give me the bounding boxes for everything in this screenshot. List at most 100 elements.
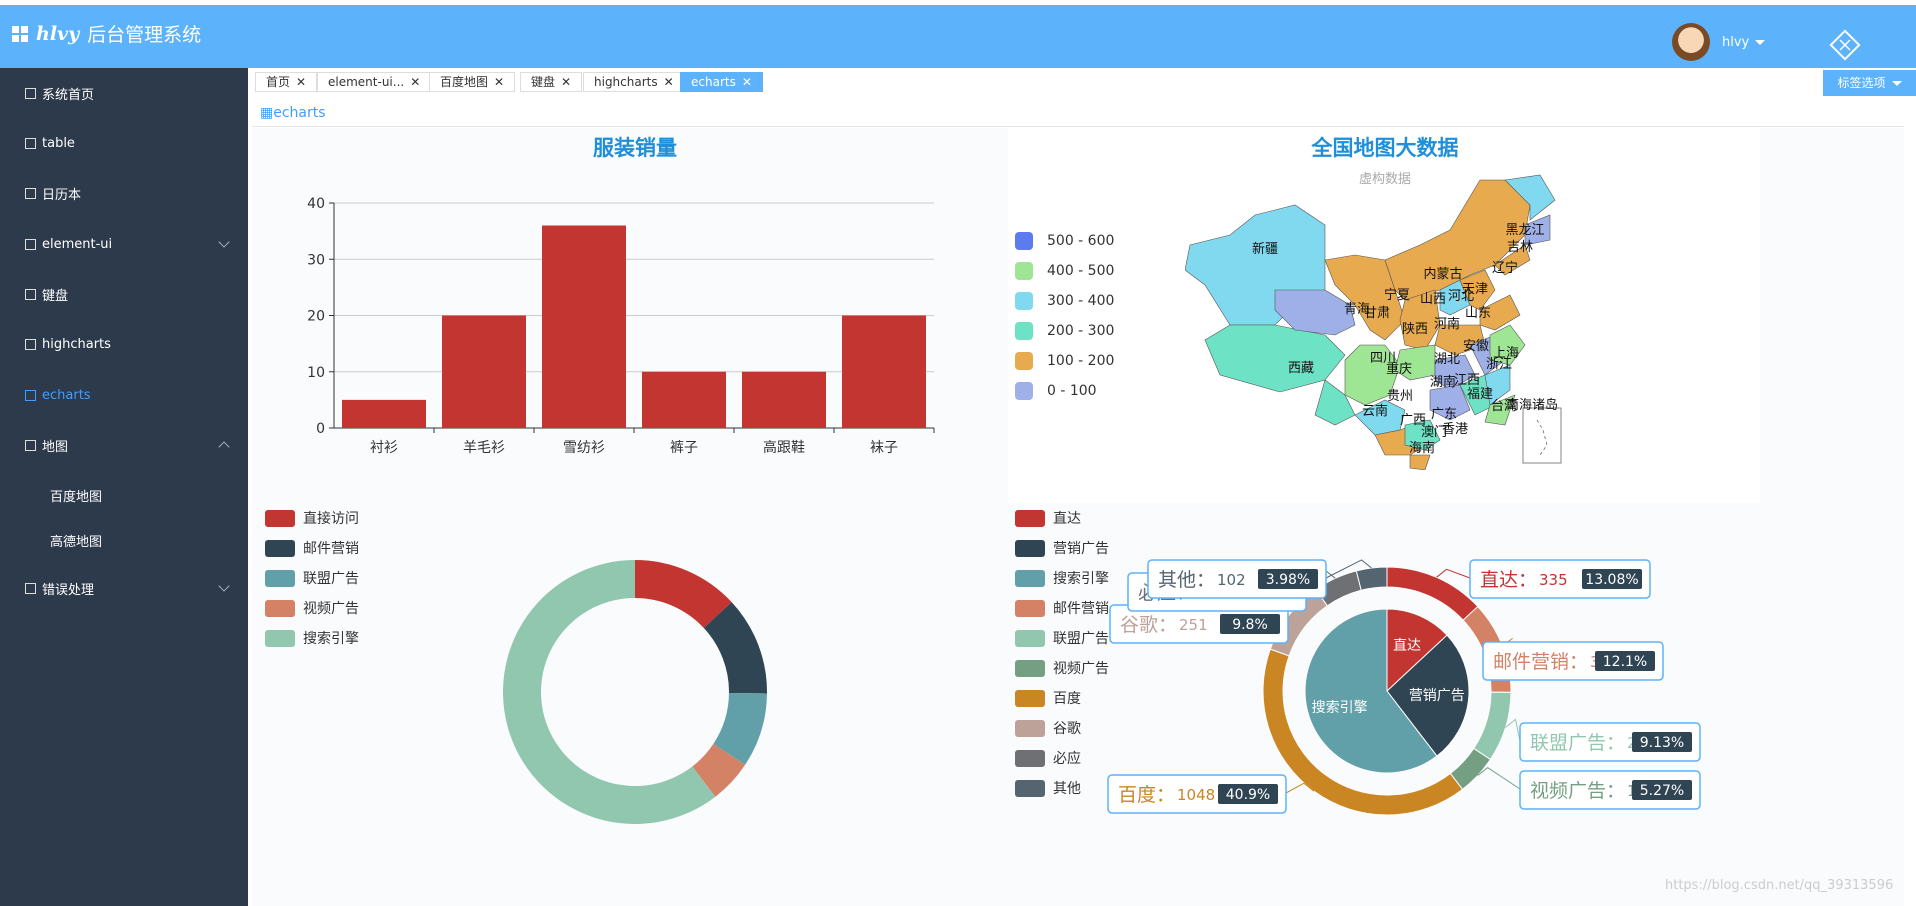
label-name: 百度： bbox=[1118, 784, 1175, 806]
pie2-legend-item[interactable]: 视频广告 bbox=[1015, 653, 1109, 683]
province-label: 重庆 bbox=[1386, 361, 1412, 377]
chart-icon bbox=[25, 338, 36, 350]
tab-baidu-map[interactable]: 百度地图 ✕ bbox=[429, 72, 516, 92]
y-tick-label: 10 bbox=[307, 365, 325, 381]
sidebar-item-calendar[interactable]: 日历本 bbox=[0, 168, 248, 218]
legend-label: 必应 bbox=[1053, 751, 1081, 767]
close-icon[interactable]: ✕ bbox=[410, 75, 420, 89]
home-icon bbox=[25, 87, 36, 99]
pie1-legend-item[interactable]: 联盟广告 bbox=[265, 563, 359, 593]
chevron-down-icon bbox=[218, 580, 230, 592]
user-menu[interactable]: hlvy bbox=[1672, 23, 1766, 61]
x-tick-label: 高跟鞋 bbox=[763, 439, 805, 456]
map-legend-item[interactable]: 0 - 100 bbox=[1015, 376, 1114, 406]
legend-swatch bbox=[1015, 689, 1045, 707]
pie1-legend-item[interactable]: 直接访问 bbox=[265, 503, 359, 533]
app-brand: hlvy bbox=[36, 22, 80, 45]
province-label: 广东 bbox=[1431, 407, 1457, 422]
tab-keyboard[interactable]: 键盘 ✕ bbox=[520, 72, 583, 92]
calendar-icon bbox=[25, 187, 36, 199]
bar bbox=[342, 399, 426, 428]
legend-swatch bbox=[265, 599, 295, 617]
sidebar-item-echarts[interactable]: echarts bbox=[0, 370, 248, 420]
tab-home[interactable]: 首页 ✕ bbox=[255, 72, 318, 92]
pie2-legend-item[interactable]: 搜索引擎 bbox=[1015, 563, 1109, 593]
legend-swatch bbox=[1015, 749, 1045, 767]
pie2-legend-item[interactable]: 百度 bbox=[1015, 683, 1109, 713]
tab-label: 首页 bbox=[266, 75, 291, 89]
chevron-up-icon bbox=[218, 441, 230, 453]
tab-label: 键盘 bbox=[531, 75, 556, 89]
label-percent: 3.98% bbox=[1266, 572, 1310, 588]
close-icon[interactable]: ✕ bbox=[561, 75, 571, 89]
sidebar-item-error[interactable]: 错误处理 bbox=[0, 563, 248, 613]
pie1-legend-item[interactable]: 邮件营销 bbox=[265, 533, 359, 563]
map-legend-item[interactable]: 100 - 200 bbox=[1015, 346, 1114, 376]
sidebar-item-table[interactable]: table bbox=[0, 118, 248, 168]
label-value: 102 bbox=[1217, 571, 1246, 589]
province-label: 新疆 bbox=[1252, 241, 1278, 257]
pie2-legend-item[interactable]: 营销广告 bbox=[1015, 533, 1109, 563]
sidebar-subitem-baidu-map[interactable]: 百度地图 bbox=[50, 486, 102, 505]
close-icon[interactable]: ✕ bbox=[296, 75, 306, 89]
province-label: 陕西 bbox=[1402, 322, 1428, 337]
username[interactable]: hlvy bbox=[1722, 35, 1766, 50]
legend-swatch bbox=[1015, 629, 1045, 647]
province-label: 安徽 bbox=[1463, 339, 1489, 354]
sidebar-item-highcharts[interactable]: highcharts bbox=[0, 319, 248, 369]
outer-slice bbox=[1473, 691, 1512, 761]
pie2-legend-item[interactable]: 直达 bbox=[1015, 503, 1109, 533]
sidebar-subitem-gaode-map[interactable]: 高德地图 bbox=[50, 531, 102, 550]
document-icon bbox=[25, 238, 36, 250]
y-tick-label: 20 bbox=[307, 309, 325, 325]
avatar[interactable] bbox=[1672, 23, 1710, 61]
legend-label: 视频广告 bbox=[303, 601, 359, 617]
close-icon[interactable]: ✕ bbox=[742, 75, 752, 89]
map-legend-item[interactable]: 500 - 600 bbox=[1015, 226, 1114, 256]
map-legend-item[interactable]: 200 - 300 bbox=[1015, 316, 1114, 346]
province-label: 浙江 bbox=[1486, 357, 1512, 372]
tab-element-ui[interactable]: element-ui... ✕ bbox=[317, 72, 432, 92]
pie1-legend-item[interactable]: 搜索引擎 bbox=[265, 623, 359, 653]
pie2-legend-item[interactable]: 邮件营销 bbox=[1015, 593, 1109, 623]
legend-swatch bbox=[1015, 659, 1045, 677]
sidebar-item-label: table bbox=[42, 135, 75, 151]
pie2-legend-item[interactable]: 必应 bbox=[1015, 743, 1109, 773]
fullscreen-icon[interactable] bbox=[1828, 28, 1862, 62]
map-legend: 500 - 600 400 - 500 300 - 400 200 - 300 100 … bbox=[1015, 226, 1114, 406]
breadcrumb[interactable]: ▦echarts bbox=[260, 105, 326, 121]
map-legend-item[interactable]: 400 - 500 bbox=[1015, 256, 1114, 286]
sidebar-item-label: 错误处理 bbox=[42, 582, 95, 598]
tag-bar: 首页 ✕ element-ui... ✕ 百度地图 ✕ 键盘 ✕ highcharts ✕… bbox=[248, 68, 1916, 98]
pie2-legend-item[interactable]: 联盟广告 bbox=[1015, 623, 1109, 653]
grid-icon[interactable] bbox=[12, 25, 28, 42]
label-name: 谷歌： bbox=[1120, 614, 1177, 636]
tab-highcharts[interactable]: highcharts ✕ bbox=[583, 72, 685, 92]
bar bbox=[642, 371, 726, 428]
tab-echarts[interactable]: echarts ✕ bbox=[680, 72, 763, 92]
pie2-legend-item[interactable]: 谷歌 bbox=[1015, 713, 1109, 743]
label-percent: 5.27% bbox=[1640, 783, 1684, 799]
label-leader-line bbox=[1436, 568, 1471, 579]
legend-label: 邮件营销 bbox=[303, 541, 359, 557]
sidebar-item-home[interactable]: 系统首页 bbox=[0, 68, 248, 118]
province-label: 山东 bbox=[1465, 306, 1491, 321]
pie2-legend-item[interactable]: 其他 bbox=[1015, 773, 1109, 803]
sidebar-item-keyboard[interactable]: 键盘 bbox=[0, 269, 248, 319]
sidebar-item-map[interactable]: 地图 bbox=[0, 420, 248, 470]
map-icon bbox=[25, 439, 36, 451]
label-name: 直达： bbox=[1480, 569, 1537, 591]
close-icon[interactable]: ✕ bbox=[494, 75, 504, 89]
legend-label: 直接访问 bbox=[303, 511, 359, 527]
x-tick-label: 袜子 bbox=[870, 440, 898, 456]
bar bbox=[442, 315, 526, 428]
pie-legend-2: 直达 营销广告 搜索引擎 邮件营销 联盟广告 视频广告 百度 谷歌必应其他 bbox=[1015, 503, 1109, 803]
province-label: 天津 bbox=[1462, 282, 1488, 297]
sidebar-item-element-ui[interactable]: element-ui bbox=[0, 219, 248, 269]
tab-options-button[interactable]: 标签选项 bbox=[1823, 70, 1916, 96]
province-label: 江西 bbox=[1454, 373, 1480, 388]
close-icon[interactable]: ✕ bbox=[664, 75, 674, 89]
pie1-legend-item[interactable]: 视频广告 bbox=[265, 593, 359, 623]
legend-label: 100 - 200 bbox=[1047, 353, 1115, 369]
map-legend-item[interactable]: 300 - 400 bbox=[1015, 286, 1114, 316]
